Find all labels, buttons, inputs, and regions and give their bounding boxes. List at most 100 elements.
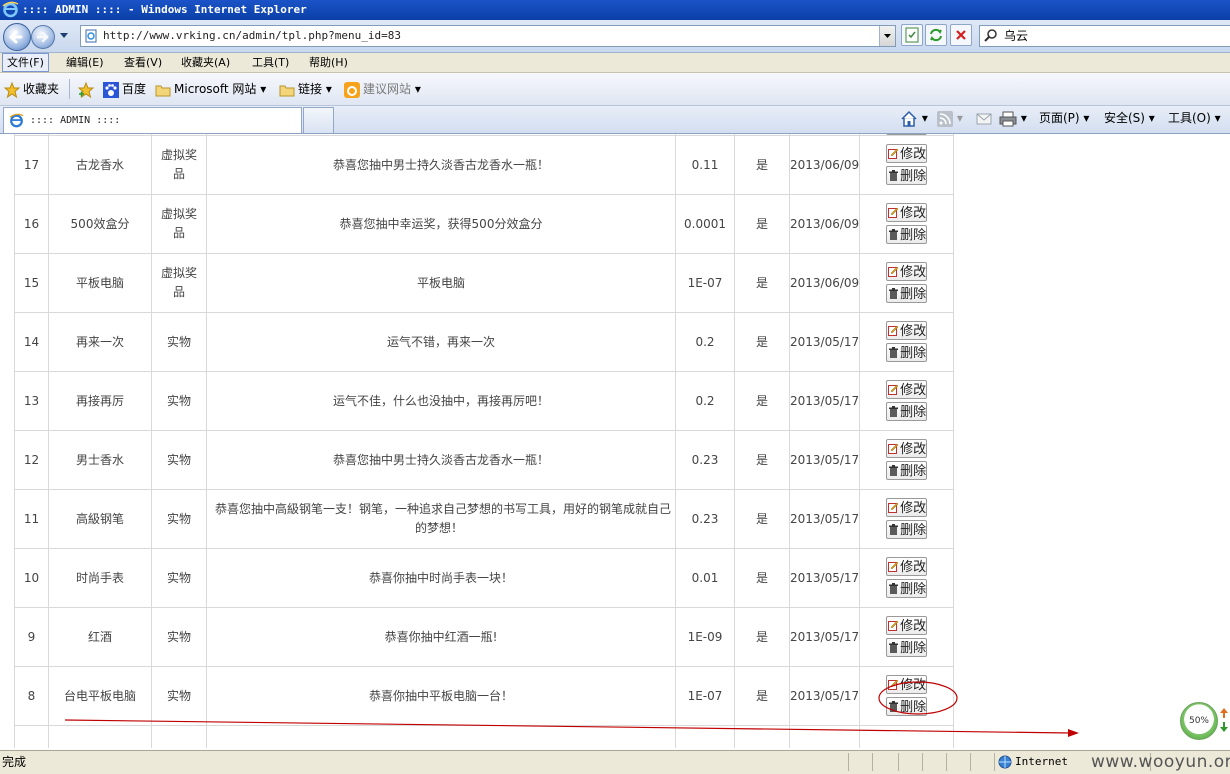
delete-button[interactable]: 删除 <box>886 519 928 539</box>
edit-icon <box>888 384 899 395</box>
menu-edit[interactable]: 编辑(E) <box>62 53 108 72</box>
delete-label: 删除 <box>900 699 927 715</box>
add-favorite-icon <box>77 81 95 98</box>
search-value[interactable]: 乌云 <box>1004 26 1028 46</box>
page-menu[interactable]: 页面(P) ▾ <box>1039 106 1089 133</box>
scroll-arrows-icon[interactable] <box>1219 707 1229 733</box>
cell-id: 15 <box>23 275 40 290</box>
security-zone: Internet <box>998 751 1068 773</box>
forward-button[interactable] <box>31 25 55 49</box>
edit-icon <box>888 502 899 513</box>
cell-id: 11 <box>23 511 40 526</box>
fav-item-microsoft[interactable]: Microsoft 网站 ▾ <box>155 73 266 105</box>
baidu-paw-icon <box>103 81 119 98</box>
cell-description: 恭喜您抽中男士持久淡香古龙香水一瓶！ <box>332 157 549 172</box>
edit-button[interactable]: 修改 <box>886 379 928 399</box>
cell-description: 恭喜您抽中幸运奖，获得500分效盒分 <box>339 216 543 231</box>
refresh-button[interactable] <box>925 24 947 46</box>
delete-label: 删除 <box>900 640 927 656</box>
edit-label: 修改 <box>900 205 927 221</box>
menu-file[interactable]: 文件(F) <box>2 53 49 72</box>
delete-button[interactable]: 删除 <box>886 578 928 598</box>
cell-enabled: 是 <box>755 688 768 703</box>
delete-button[interactable]: 删除 <box>886 224 928 244</box>
cell-actions: 修改 删除 <box>859 312 955 372</box>
tools-menu[interactable]: 工具(O) ▾ <box>1168 106 1221 133</box>
add-favorite-button[interactable] <box>77 73 97 105</box>
table-row: 9 红酒 实物 恭喜你抽中红酒一瓶! 1E-09 是 2013/05/17 修改 删除 <box>14 607 955 667</box>
new-tab-button[interactable] <box>303 107 334 133</box>
cell-id: 17 <box>23 157 40 172</box>
delete-button[interactable]: 删除 <box>886 460 928 480</box>
edit-button[interactable]: 修改 <box>886 556 928 576</box>
edit-button[interactable]: 修改 <box>886 497 928 517</box>
safety-menu[interactable]: 安全(S) ▾ <box>1104 106 1155 133</box>
home-button[interactable]: ▾ <box>900 106 928 133</box>
table-row: 12 男士香水 实物 恭喜您抽中男士持久淡香古龙香水一瓶！ 0.23 是 2013/05/1… <box>14 430 955 490</box>
cell-date: 2013/05/17 <box>790 570 860 585</box>
address-url[interactable]: http://www.vrking.cn/admin/tpl.php?menu_… <box>103 26 401 46</box>
cell-name: 红酒 <box>87 629 112 644</box>
cell-actions: 修改删除 <box>859 253 955 313</box>
edit-button[interactable]: 修改 <box>886 438 928 458</box>
edit-button[interactable]: 修改 <box>886 615 928 635</box>
stop-button[interactable] <box>950 24 972 46</box>
table-row: 13 再接再厉 实物 运气不佳，什么也没抽中，再接再厉吧！ 0.2 是 2013/05/17… <box>14 371 955 431</box>
delete-button[interactable]: 删除 <box>886 696 928 716</box>
trash-icon <box>889 582 899 594</box>
cell-enabled: 是 <box>755 157 768 172</box>
cell-enabled: 是 <box>755 334 768 349</box>
edit-button[interactable]: 修改 <box>886 320 928 340</box>
delete-button[interactable]: 删除 <box>886 342 928 362</box>
edit-button[interactable]: 修改 <box>886 143 928 163</box>
cell-name: 平板电脑 <box>75 275 124 290</box>
star-icon <box>3 81 21 98</box>
trash-icon <box>889 405 899 417</box>
address-toolbar: http://www.vrking.cn/admin/tpl.php?menu_… <box>0 20 1230 53</box>
cell-date: 2013/05/17 <box>790 393 860 408</box>
delete-button[interactable]: 删除 <box>886 165 928 185</box>
cell-type: 虚拟奖品 <box>160 148 197 181</box>
fav-item-baidu[interactable]: 百度 <box>103 73 146 105</box>
history-dropdown-icon[interactable] <box>58 29 70 41</box>
edit-button[interactable]: 修改 <box>886 261 928 281</box>
favorites-bar: 收藏夹 百度 Microsoft 网站 ▾ 链接 ▾ 建议网站 ▾ <box>0 73 1230 106</box>
cell-probability: 0.01 <box>691 570 719 585</box>
tab-label: :::: ADMIN :::: <box>30 115 121 126</box>
cell-type: 实物 <box>166 688 191 703</box>
mail-button[interactable] <box>976 106 992 133</box>
favorites-button[interactable]: 收藏夹 <box>3 73 59 105</box>
menu-favorites[interactable]: 收藏夹(A) <box>177 53 234 72</box>
safety-menu-label: 安全(S) <box>1104 111 1145 125</box>
edit-icon <box>888 620 899 631</box>
table-row: 11 高級钢笔 实物 恭喜您抽中高級钢笔一支！钢笔，一种追求自己梦想的书写工具，用好的… <box>14 489 955 549</box>
delete-button[interactable]: 删除 <box>886 283 928 303</box>
cell-actions: 修改删除 <box>859 489 955 549</box>
back-button[interactable] <box>3 23 31 51</box>
delete-button[interactable]: 删除 <box>886 401 928 421</box>
address-field[interactable]: http://www.vrking.cn/admin/tpl.php?menu_… <box>80 25 896 47</box>
compatibility-view-button[interactable] <box>901 24 923 46</box>
delete-button[interactable]: 删除 <box>886 637 928 657</box>
menu-tools[interactable]: 工具(T) <box>248 53 293 72</box>
fav-item-suggested[interactable]: 建议网站 ▾ <box>344 73 421 105</box>
feeds-button[interactable]: ▾ <box>937 106 963 133</box>
cell-actions: 修改删除 <box>859 666 955 726</box>
menu-view[interactable]: 查看(V) <box>120 53 166 72</box>
fav-item-links[interactable]: 链接 ▾ <box>279 73 332 105</box>
address-dropdown-button[interactable] <box>879 26 895 46</box>
edit-label: 修改 <box>900 500 927 516</box>
ie-logo-icon <box>2 1 19 18</box>
delete-label: 删除 <box>900 227 927 243</box>
edit-button[interactable]: 修改 <box>886 202 928 222</box>
edit-button[interactable]: 修改 <box>886 674 928 694</box>
tab-admin[interactable]: :::: ADMIN :::: <box>3 107 302 133</box>
cell-name: 男士香水 <box>75 452 124 467</box>
watermark: www.wooyun.org <box>1091 752 1230 772</box>
search-input[interactable]: 乌云 <box>979 25 1230 47</box>
printer-icon <box>999 111 1017 126</box>
edit-label: 修改 <box>900 264 927 280</box>
menu-help[interactable]: 帮助(H) <box>305 53 352 72</box>
print-button[interactable]: ▾ <box>999 106 1027 133</box>
ie-logo-icon <box>9 113 24 128</box>
